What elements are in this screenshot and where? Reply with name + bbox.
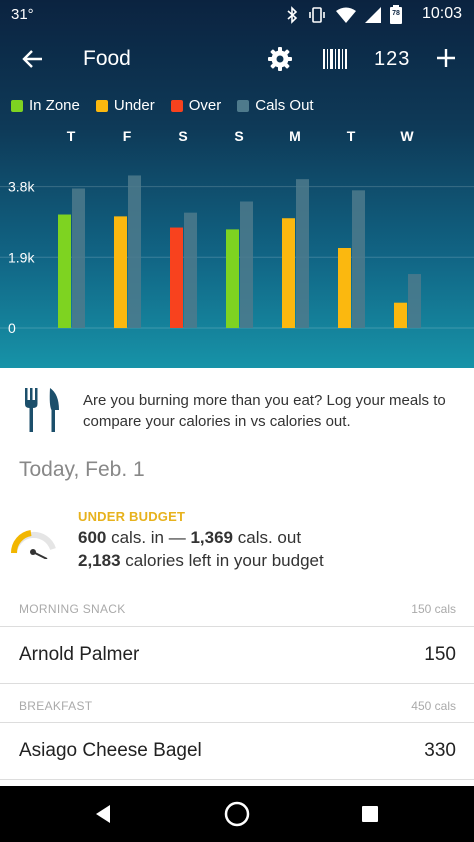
calories-left-label: calories left in your budget [120, 551, 324, 570]
x-tick-label: F [123, 128, 132, 144]
legend-label: Cals Out [255, 97, 314, 114]
legend-item-under: Under [95, 97, 155, 114]
budget-status: UNDER BUDGET [78, 509, 186, 524]
calories-left-value: 2,183 [78, 551, 121, 570]
legend-swatch [237, 99, 250, 112]
cals-out-bar [72, 188, 85, 328]
cals-out-bar [184, 212, 197, 328]
legend-swatch [11, 99, 23, 112]
quick-calories-icon[interactable]: 123 [372, 45, 412, 75]
vibrate-icon [307, 6, 327, 28]
x-tick-label: S [178, 128, 187, 144]
bluetooth-icon [286, 5, 298, 28]
calories-out-value: 1,369 [190, 528, 234, 547]
y-tick-label: 1.9k [8, 249, 35, 265]
status-icons: 78 [286, 5, 402, 28]
quick-calories-label: 123 [374, 48, 411, 70]
legend-item-in-zone: In Zone [11, 97, 80, 114]
calories-in-label: cals. in — [106, 528, 191, 547]
x-tick-label: W [400, 128, 414, 144]
gauge-icon [9, 519, 57, 560]
gear-icon[interactable] [266, 45, 296, 75]
cals-in-bar [394, 302, 407, 328]
legend-label: Over [188, 97, 222, 114]
legend-swatch [95, 99, 108, 112]
cals-out-bar [352, 190, 365, 328]
calories-in-value: 600 [78, 528, 107, 547]
page-title: Food [83, 47, 131, 70]
legend-item-over: Over [170, 97, 222, 114]
legend-item-cals-out: Cals Out [237, 97, 314, 114]
cals-out-bar [128, 175, 141, 328]
calories-out-label: cals. out [233, 528, 302, 547]
chart-legend: In Zone Under Over Cals Out [11, 97, 314, 114]
cals-in-bar [226, 229, 239, 328]
food-name: Arnold Palmer [19, 644, 140, 665]
battery-icon: 78 [390, 5, 402, 28]
meal-total: 450 cals [411, 699, 456, 713]
nav-back-icon[interactable] [90, 800, 118, 828]
cals-in-bar [170, 227, 183, 328]
toolbar: Food 123 [0, 32, 474, 88]
signal-icon [365, 6, 381, 27]
x-tick-label: M [289, 128, 301, 144]
meal-name: MORNING SNACK [19, 602, 126, 616]
food-calories: 150 [424, 644, 456, 665]
x-tick-label: T [347, 128, 356, 144]
cals-in-bar [338, 248, 351, 328]
budget-remaining-line: 2,183 calories left in your budget [78, 551, 324, 571]
nav-recents-icon[interactable] [356, 800, 384, 828]
temperature: 31° [11, 6, 34, 23]
info-text: Are you burning more than you eat? Log y… [83, 392, 446, 430]
budget-calories-line: 600 cals. in — 1,369 cals. out [78, 528, 301, 548]
plus-icon[interactable] [433, 45, 459, 75]
battery-level: 78 [392, 10, 400, 17]
cals-out-bar [296, 179, 309, 328]
cals-in-bar [58, 214, 71, 328]
cals-in-bar [114, 216, 127, 328]
nav-home-icon[interactable] [223, 800, 251, 828]
budget-summary[interactable]: UNDER BUDGET 600 cals. in — 1,369 cals. … [0, 505, 474, 580]
day-title: Today, Feb. 1 [19, 458, 145, 481]
meal-header-breakfast: BREAKFAST 450 cals [0, 695, 474, 719]
meal-total: 150 cals [411, 602, 456, 616]
meal-header-morning-snack: MORNING SNACK 150 cals [0, 598, 474, 622]
x-tick-label: S [234, 128, 243, 144]
meal-name: BREAKFAST [19, 699, 93, 713]
fork-knife-icon [22, 386, 62, 434]
food-item-row[interactable]: Arnold Palmer 150 [0, 626, 474, 684]
barcode-icon[interactable] [322, 45, 348, 75]
status-bar: 31° 78 10:03 [0, 0, 474, 30]
calorie-chart[interactable]: 3.8k 1.9k 0 T F S S M T W [0, 118, 474, 368]
system-nav-bar [0, 786, 474, 842]
legend-label: Under [113, 97, 155, 114]
food-name: Asiago Cheese Bagel [19, 740, 202, 761]
y-tick-label: 0 [8, 320, 16, 336]
cals-out-bar [240, 201, 253, 328]
wifi-icon [336, 7, 356, 27]
food-item-row[interactable]: Asiago Cheese Bagel 330 [0, 722, 474, 780]
legend-label: In Zone [29, 97, 80, 114]
back-arrow-icon[interactable] [20, 46, 46, 72]
info-banner: Are you burning more than you eat? Log y… [0, 368, 474, 443]
x-tick-label: T [67, 128, 76, 144]
legend-swatch [170, 99, 183, 112]
cals-in-bar [282, 218, 295, 328]
cals-out-bar [408, 274, 421, 328]
clock: 10:03 [421, 5, 462, 22]
food-calories: 330 [424, 740, 456, 761]
header: 31° 78 10:03 Food 123 In Zone Under Over… [0, 0, 474, 368]
y-tick-label: 3.8k [8, 179, 35, 195]
